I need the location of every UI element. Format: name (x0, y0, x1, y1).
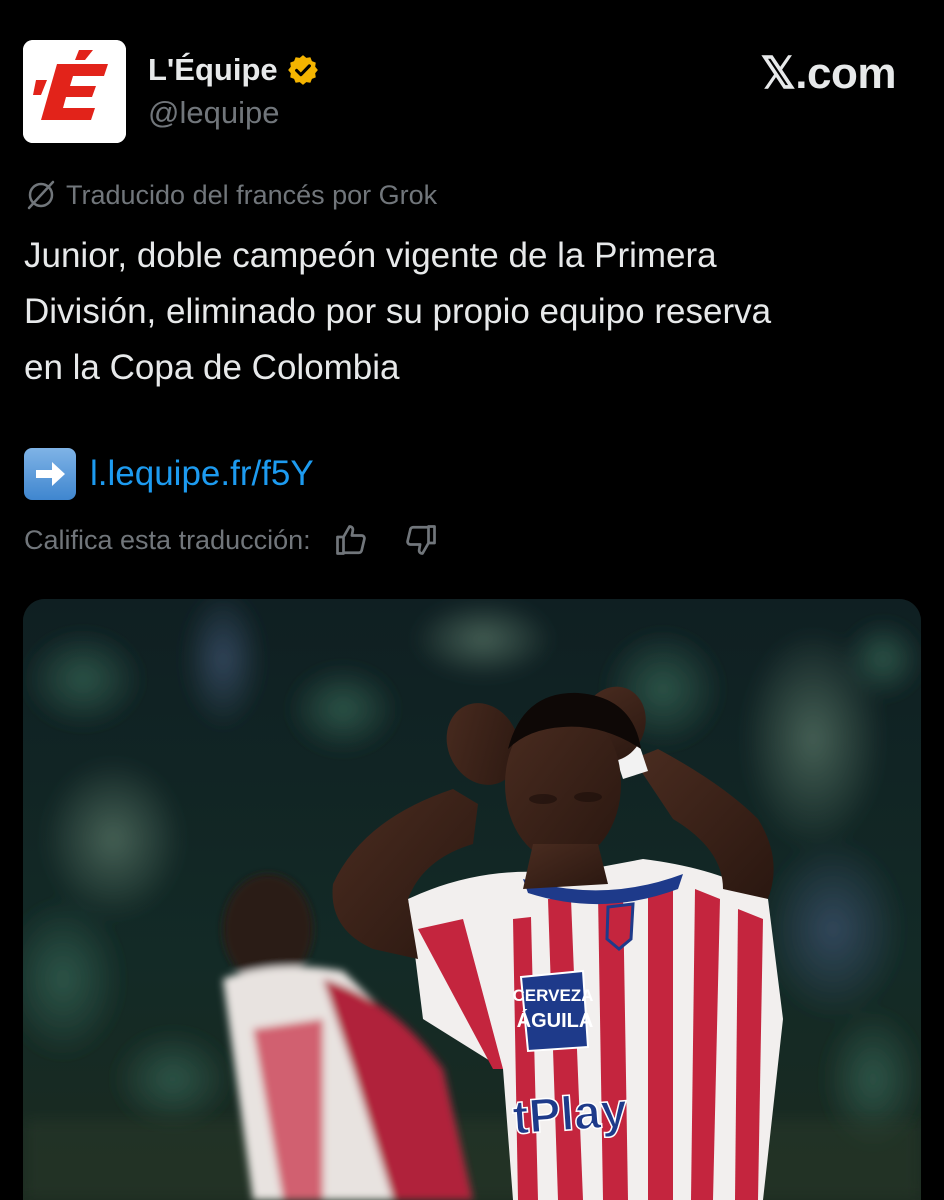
account-avatar[interactable] (23, 40, 126, 143)
thumbs-up-icon[interactable] (333, 522, 369, 558)
display-name-text: L'Équipe (148, 52, 278, 87)
account-handle[interactable]: @lequipe (148, 95, 279, 131)
tweet-link[interactable]: l.lequipe.fr/f5Y (90, 448, 314, 500)
tweet-text-line: División, eliminado por su propio equipo… (24, 292, 772, 331)
translation-notice-text: Traducido del francés por Grok (66, 180, 438, 210)
football-player-photo: CERVEZA ÁGUILA tPlay (23, 599, 921, 1200)
x-com-source-label: 𝕏.com (760, 49, 896, 98)
rate-translation-label: Califica esta traducción: (24, 525, 311, 555)
translation-notice: Traducido del francés por Grok (24, 178, 437, 212)
right-arrow-emoji-icon (24, 448, 76, 500)
svg-text:ÁGUILA: ÁGUILA (517, 1009, 594, 1032)
svg-text:CERVEZA: CERVEZA (513, 986, 594, 1005)
rate-translation: Califica esta traducción: (24, 520, 439, 560)
verified-badge-icon (286, 53, 320, 87)
svg-text:tPlay: tPlay (511, 1084, 629, 1145)
tweet-text: Junior, doble campeón vigente de la Prim… (24, 228, 904, 396)
thumbs-down-icon[interactable] (403, 522, 439, 558)
tweet-text-line: en la Copa de Colombia (24, 348, 400, 387)
tweet-link-row: l.lequipe.fr/f5Y (24, 448, 314, 500)
lequipe-logo (23, 40, 126, 143)
translate-grok-icon (27, 180, 55, 210)
tweet-media-photo[interactable]: CERVEZA ÁGUILA tPlay (23, 599, 921, 1200)
tweet-text-line: Junior, doble campeón vigente de la Prim… (24, 236, 717, 275)
account-display-name[interactable]: L'Équipe (148, 52, 320, 88)
